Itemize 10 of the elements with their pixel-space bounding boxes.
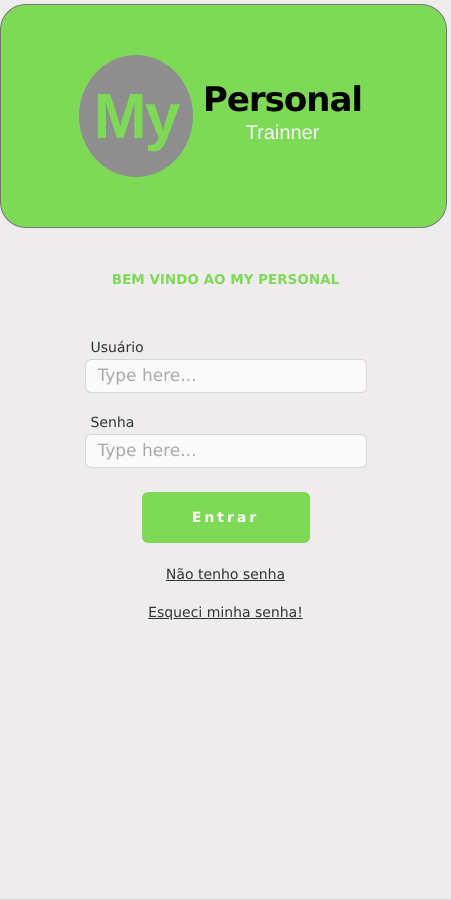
logo-subtitle: Trainner	[246, 122, 320, 144]
field-label: Usuário	[90, 340, 145, 356]
input-field[interactable]: Type here...	[84, 434, 366, 468]
logo-title: Personal	[202, 80, 362, 120]
field-label: Senha	[90, 415, 136, 431]
text-link[interactable]: Esqueci minha senha!	[148, 605, 303, 621]
logo-mark: My	[78, 55, 193, 177]
text-link[interactable]: Não tenho senha	[166, 567, 286, 583]
welcome-heading: BEM VINDO AO MY PERSONAL	[110, 272, 340, 288]
input-field[interactable]: Type here...	[84, 359, 366, 393]
